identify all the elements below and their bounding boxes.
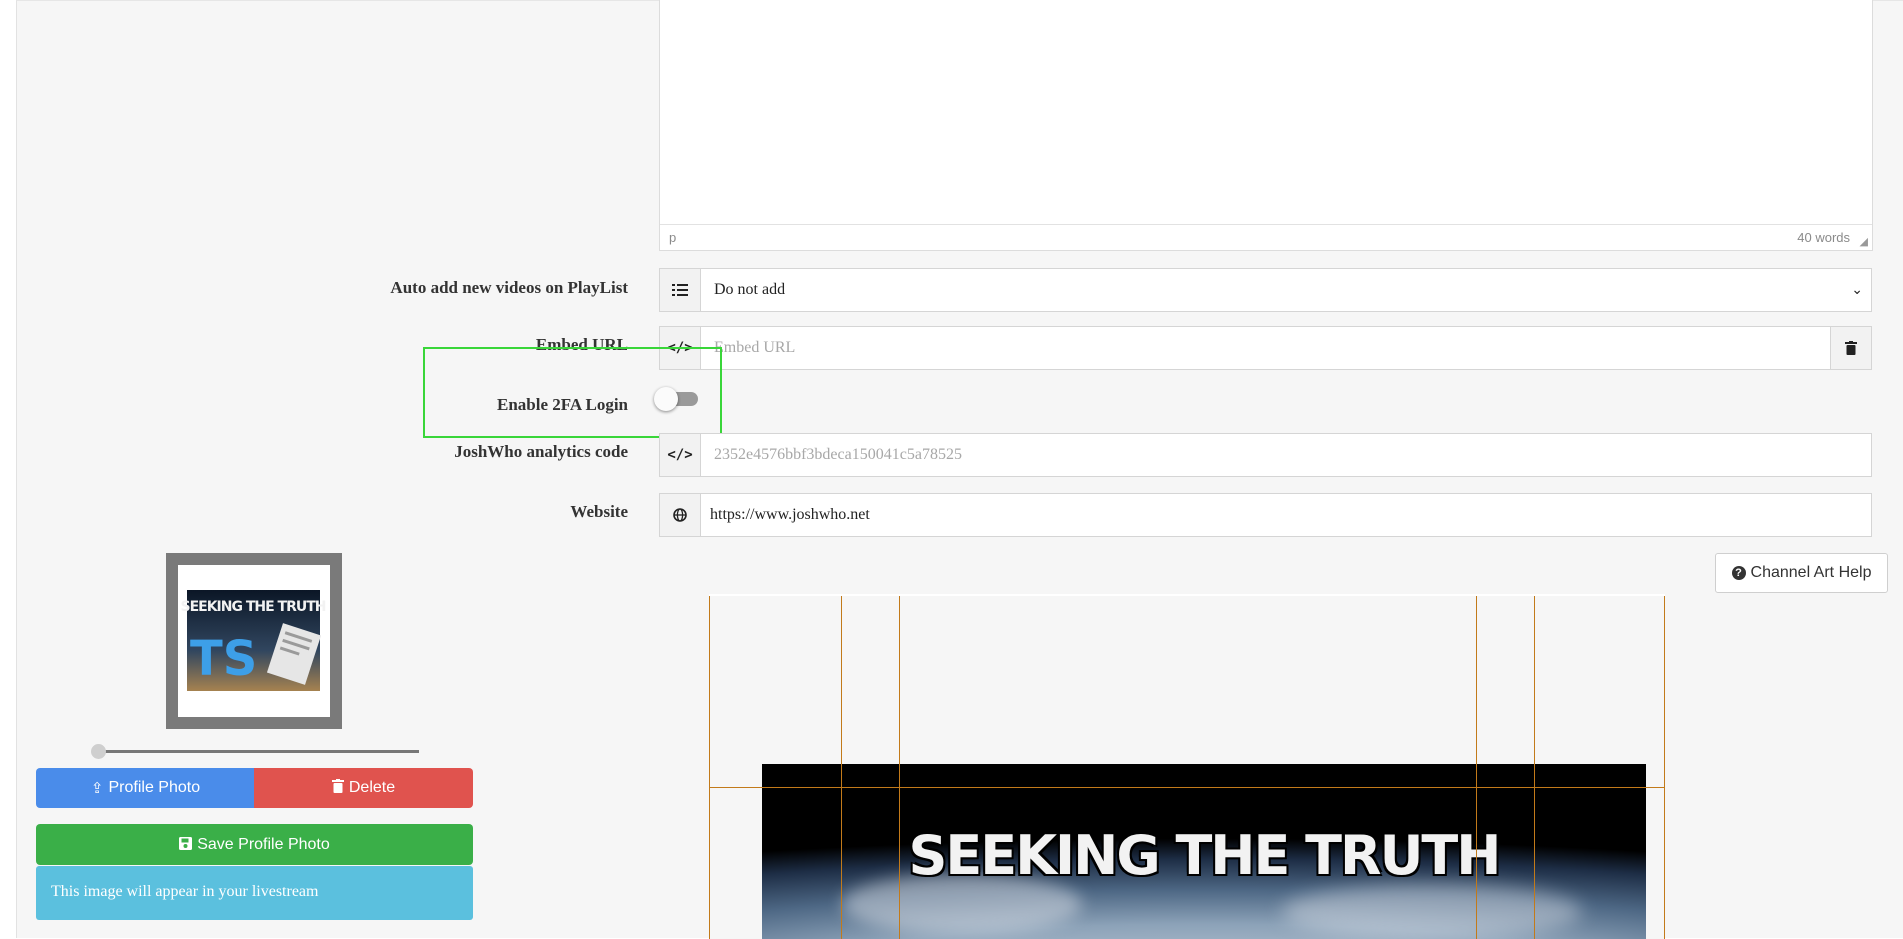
- channel-art-cropper[interactable]: SEEKING THE TRUTH: [709, 594, 1665, 939]
- analytics-group: </> 2352e4576bbf3bdeca150041c5a78525: [659, 433, 1872, 477]
- profile-info-alert: This image will appear in your livestrea…: [36, 866, 473, 920]
- upload-button-label: Profile Photo: [108, 779, 201, 796]
- list-icon: [660, 269, 701, 311]
- embed-url-label: Embed URL: [535, 335, 628, 354]
- channel-art-help-button[interactable]: ? Channel Art Help: [1715, 553, 1888, 593]
- embed-url-group: </> Embed URL: [659, 326, 1872, 370]
- profile-logo-image: SEEKING THE TRUTH TS: [180, 590, 327, 691]
- resize-handle-icon[interactable]: ◢: [1860, 235, 1868, 248]
- website-input[interactable]: https://www.joshwho.net: [710, 494, 870, 536]
- zoom-slider-thumb[interactable]: [91, 744, 106, 759]
- upload-profile-photo-button[interactable]: ⇪ Profile Photo: [36, 768, 255, 808]
- globe-icon: [660, 494, 701, 536]
- save-icon: [179, 836, 193, 854]
- guide-line: [709, 596, 710, 939]
- trash-icon: [331, 779, 344, 797]
- two-factor-toggle[interactable]: [654, 387, 698, 411]
- toggle-knob: [654, 387, 678, 411]
- description-editor[interactable]: p 40 words ◢: [659, 0, 1873, 251]
- code-icon: </>: [660, 327, 701, 369]
- guide-line: [1664, 596, 1665, 939]
- guide-line: [841, 596, 842, 939]
- channel-art-image: SEEKING THE TRUTH: [762, 764, 1646, 939]
- guide-line: [1476, 596, 1477, 939]
- save-profile-photo-button[interactable]: Save Profile Photo: [36, 824, 473, 865]
- editor-word-count: 40 words: [1797, 230, 1850, 245]
- profile-photo[interactable]: SEEKING THE TRUTH TS: [178, 565, 330, 717]
- upload-icon: ⇪: [90, 779, 104, 797]
- embed-url-input[interactable]: Embed URL: [714, 327, 795, 369]
- editor-path: p: [669, 230, 677, 245]
- playlist-label: Auto add new videos on PlayList: [390, 278, 628, 297]
- zoom-slider-track[interactable]: [97, 750, 419, 753]
- analytics-input[interactable]: 2352e4576bbf3bdeca150041c5a78525: [714, 434, 962, 476]
- guide-line: [709, 787, 1665, 788]
- question-circle-icon: ?: [1731, 566, 1746, 580]
- delete-profile-photo-button[interactable]: Delete: [254, 768, 473, 808]
- channel-art-title: SEEKING THE TRUTH: [908, 824, 1502, 887]
- editor-statusbar: p 40 words ◢: [660, 224, 1872, 250]
- chevron-down-icon: ⌄: [1851, 282, 1863, 298]
- profile-logo-text: SEEKING THE TRUTH: [180, 599, 325, 615]
- website-label: Website: [570, 502, 628, 521]
- delete-button-label: Delete: [348, 779, 396, 796]
- channel-art-help-label: Channel Art Help: [1750, 564, 1872, 581]
- profile-photo-frame: SEEKING THE TRUTH TS: [166, 553, 342, 729]
- guide-line: [1534, 596, 1535, 939]
- guide-line: [899, 596, 900, 939]
- code-icon: </>: [660, 434, 701, 476]
- profile-logo-ts: TS: [190, 631, 257, 687]
- trash-icon[interactable]: [1830, 327, 1871, 369]
- two-factor-label: Enable 2FA Login: [497, 395, 628, 414]
- analytics-label: JoshWho analytics code: [454, 442, 628, 461]
- playlist-select[interactable]: Do not add ⌄: [659, 268, 1872, 312]
- playlist-value: Do not add: [714, 281, 786, 298]
- website-group: https://www.joshwho.net: [659, 493, 1872, 537]
- save-button-label: Save Profile Photo: [197, 835, 330, 853]
